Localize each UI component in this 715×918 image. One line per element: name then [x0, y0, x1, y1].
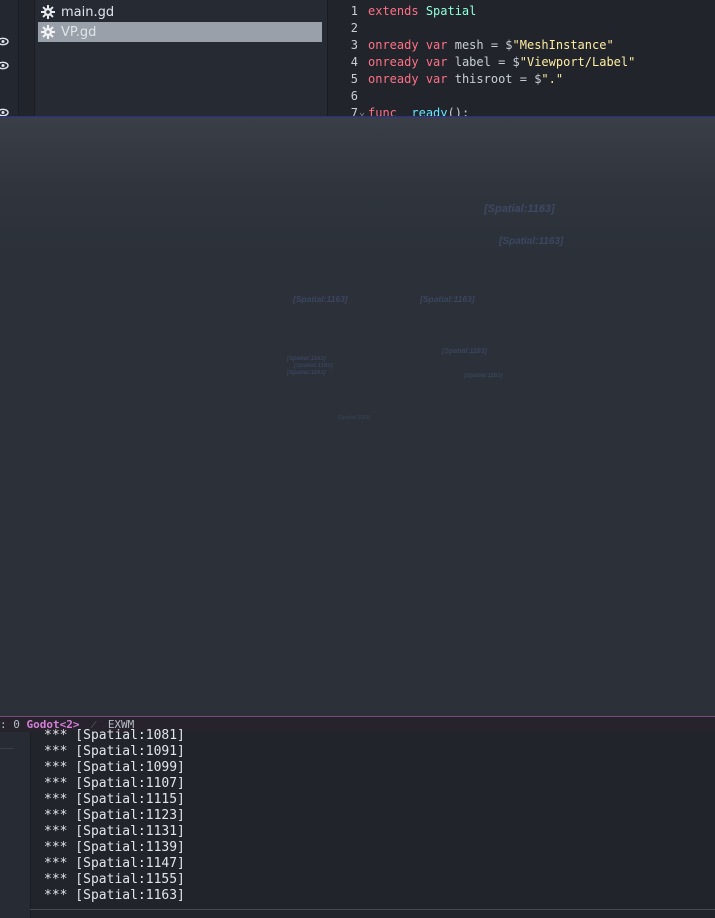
mode-line-prefix: : 0 [0, 718, 27, 731]
output-line: *** [Spatial:1107] [44, 776, 185, 791]
gear-icon [41, 5, 55, 19]
code-token: var [425, 54, 448, 69]
line-number: 4 [350, 54, 358, 69]
fold-chevron-icon[interactable]: ⌄ [359, 107, 368, 116]
code-token: onready [368, 71, 419, 86]
output-line: *** [Spatial:1099] [44, 760, 185, 775]
output-line: *** [Spatial:1147] [44, 856, 185, 871]
file-name: VP.gd [61, 24, 97, 40]
code-token: (): [447, 105, 470, 117]
code-line[interactable]: 4 onready var label = $ "Viewport/Label" [328, 53, 636, 70]
viewport-label: [Spatial:1163] [287, 370, 326, 376]
viewport-label: [Spatial:1163] [464, 373, 503, 379]
script-file-list: main.gd VP.gd [34, 0, 327, 116]
visibility-eye-icon[interactable] [0, 37, 9, 46]
viewport-label: [Spatial:1163] [484, 203, 555, 215]
code-token: onready [368, 37, 419, 52]
output-line: *** [Spatial:1081] [44, 728, 185, 743]
code-token: extends [368, 3, 419, 18]
line-number: 1 [350, 3, 358, 18]
code-token: "MeshInstance" [512, 37, 614, 52]
output-text[interactable]: *** [Spatial:1081] *** [Spatial:1091] *** … [44, 728, 185, 904]
line-number: 2 [350, 20, 358, 35]
code-editor[interactable]: 1 extends Spatial 2 3 onready var mesh = $ "M… [327, 0, 715, 116]
output-line: *** [Spatial:1123] [44, 808, 185, 823]
code-line[interactable]: 7 ⌄ func _ready (): [328, 104, 470, 117]
code-token: label = $ [447, 54, 520, 69]
divider [30, 909, 715, 910]
viewport-label: [Spatial:1163] [338, 415, 371, 421]
code-line[interactable]: 6 [328, 87, 368, 104]
visibility-eye-icon[interactable] [0, 61, 9, 70]
viewport-label: [Spatial:1163] [294, 363, 333, 369]
scene-tree-strip [0, 0, 19, 116]
viewport-label: [Spatial:1163] [499, 236, 564, 247]
output-line: *** [Spatial:1131] [44, 824, 185, 839]
output-line: *** [Spatial:1155] [44, 872, 185, 887]
file-item-main-gd[interactable]: main.gd [38, 2, 322, 22]
code-line[interactable]: 3 onready var mesh = $ "MeshInstance" [328, 36, 614, 53]
code-token: _ready [404, 105, 448, 117]
code-token: onready [368, 54, 419, 69]
line-number: 3 [350, 37, 358, 52]
3d-viewport[interactable]: [Spatial:1163] [Spatial:1163] [Spatial:116… [0, 116, 715, 717]
file-item-vp-gd[interactable]: VP.gd [38, 22, 322, 42]
code-token: thisroot = $ [447, 71, 542, 86]
code-token: "." [541, 71, 564, 86]
code-line[interactable]: 5 onready var thisroot = $ "." [328, 70, 563, 87]
file-name: main.gd [61, 4, 115, 20]
line-number: 6 [350, 88, 358, 103]
code-line[interactable]: 1 extends Spatial [328, 2, 477, 19]
output-line: *** [Spatial:1115] [44, 792, 185, 807]
output-side-panel [0, 732, 31, 918]
script-editor: main.gd VP.gd 1 extends Spatial 2 3 onready … [0, 0, 715, 116]
divider [0, 748, 14, 749]
code-line[interactable]: 2 [328, 19, 368, 36]
viewport-label: [Spatial:1163] [420, 294, 475, 304]
code-token: "Viewport/Label" [519, 54, 636, 69]
code-token: mesh = $ [447, 37, 513, 52]
output-line: *** [Spatial:1091] [44, 744, 185, 759]
gear-icon [41, 25, 55, 39]
viewport-label: [Spatial:1163] [293, 294, 348, 304]
output-line: *** [Spatial:1163] [44, 888, 185, 903]
code-token: func [368, 105, 397, 117]
viewport-label: [Spatial:1163] [442, 348, 487, 355]
line-number: 5 [350, 71, 358, 86]
code-token: Spatial [425, 3, 477, 18]
visibility-eye-icon[interactable] [0, 108, 9, 116]
viewport-label: [Spatial:1163] [287, 356, 326, 362]
output-console: *** [Spatial:1081] *** [Spatial:1091] *** … [0, 728, 715, 918]
output-line: *** [Spatial:1139] [44, 840, 185, 855]
code-token: var [425, 71, 448, 86]
code-token: var [425, 37, 448, 52]
